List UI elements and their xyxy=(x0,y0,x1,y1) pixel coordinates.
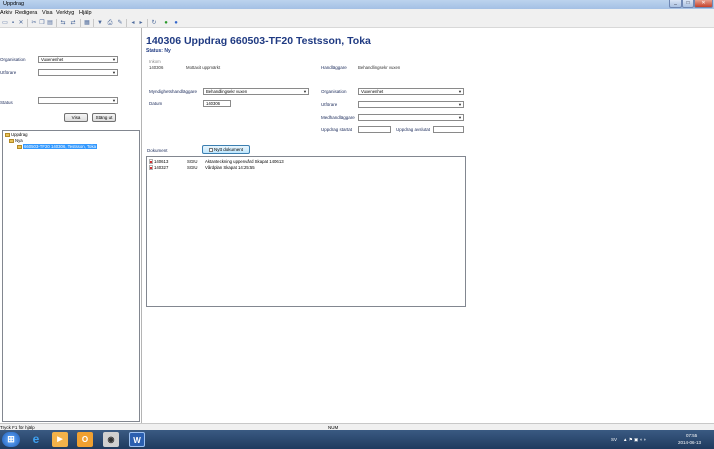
handlaggare-label: Handläggare xyxy=(321,65,347,70)
tray-icons[interactable]: ▲ ⚑ ▣ ◖ ◗ xyxy=(623,437,646,443)
handlaggare-value: Behandlingsekr vuxen xyxy=(358,65,401,70)
cut-icon[interactable]: ✂ xyxy=(30,19,38,27)
medhandlaggare-select[interactable]: ▼ xyxy=(358,114,464,121)
folder-icon xyxy=(9,138,14,143)
internet-explorer-icon[interactable]: e xyxy=(28,432,44,447)
status-label: Status xyxy=(0,100,13,105)
status-select[interactable]: ▼ xyxy=(38,97,118,104)
app-icon[interactable]: ◉ xyxy=(103,432,119,447)
start-orb-icon[interactable]: ⊞ xyxy=(2,432,20,447)
link-icon[interactable]: ⇆ xyxy=(59,19,67,27)
folder-icon xyxy=(5,132,10,137)
uppdrag-avslutat-label: Uppdrag avslutat xyxy=(396,127,431,132)
chevron-down-icon: ▼ xyxy=(112,70,116,75)
tree-node-nya[interactable]: Nya xyxy=(9,138,23,143)
datum-label: Datum xyxy=(149,101,163,106)
uppdrag-startat-label: Uppdrag startat xyxy=(321,127,353,132)
link-icon[interactable]: ⇄ xyxy=(69,19,77,27)
uppdrag-tree[interactable]: Uppdrag Nya 660503-TF20 140306, Testsson… xyxy=(2,130,140,422)
list-item[interactable]: 140613 SGIU Aktanteckning uppenvård Skap… xyxy=(149,159,284,165)
datum-field[interactable]: 140306 xyxy=(203,100,231,107)
new-icon[interactable]: ▭ xyxy=(1,19,9,27)
delete-icon[interactable]: ✕ xyxy=(17,19,25,27)
organisation-label-main: Organisation xyxy=(321,89,347,94)
language-indicator[interactable]: SV xyxy=(611,437,617,442)
inkom-label: Inkom xyxy=(149,59,161,64)
page-title: 140306 Uppdrag 660503-TF20 Testsson, Tok… xyxy=(146,35,371,47)
grid-icon[interactable]: ▦ xyxy=(83,19,91,27)
chevron-down-icon: ▼ xyxy=(112,98,116,103)
tree-node-uppdrag-item[interactable]: 660503-TF20 140306, Testsson, Toka xyxy=(17,144,97,149)
document-icon xyxy=(208,147,213,152)
left-panel: Organisation Vuxenenhet ▼ Utförare ▼ Stat… xyxy=(0,28,142,423)
menu-visa[interactable]: Visa xyxy=(42,10,53,16)
outlook-icon[interactable]: O xyxy=(77,432,93,447)
forward-icon[interactable]: ▸ xyxy=(137,19,145,27)
edit-icon[interactable]: ✎ xyxy=(116,19,124,27)
pdf-document-icon xyxy=(149,159,153,165)
chevron-down-icon: ▼ xyxy=(458,102,462,107)
filter-icon[interactable]: ▼ xyxy=(96,19,104,27)
organisation-select-main[interactable]: Vuxenenhet ▼ xyxy=(358,88,464,95)
back-icon[interactable]: ◂ xyxy=(129,19,137,27)
organisation-label: Organisation xyxy=(0,57,26,62)
list-item[interactable]: 140327 SGIU Vårdplan Skapat 14:25:55 xyxy=(149,165,255,171)
utforare-label: Utförare xyxy=(0,70,17,75)
title-bar: Uppdrag _ □ ✕ xyxy=(0,0,714,9)
menu-bar: Arkiv Redigera Visa Verktyg Hjälp xyxy=(0,9,714,18)
add-icon[interactable]: ● xyxy=(162,19,170,27)
toolbar: ▭ ▪ ✕ ✂ ❐ ▤ ⇆ ⇄ ▦ ▼ ⎙ ✎ ◂ ▸ ↻ ● ● xyxy=(0,18,714,28)
help-icon[interactable]: ● xyxy=(172,19,180,27)
utforare-label-main: Utförare xyxy=(321,102,338,107)
taskbar: ⊞ e ▶ O ◉ W SV ▲ ⚑ ▣ ◖ ◗ 07:55 2014-06-1… xyxy=(0,430,714,449)
copy-icon[interactable]: ❐ xyxy=(38,19,46,27)
save-icon[interactable]: ▪ xyxy=(9,19,17,27)
folder-icon xyxy=(17,144,22,149)
main-panel: 140306 Uppdrag 660503-TF20 Testsson, Tok… xyxy=(143,28,714,423)
maximize-button[interactable]: □ xyxy=(682,0,694,8)
tree-node-uppdrag[interactable]: Uppdrag xyxy=(5,132,27,137)
medhandlaggare-label: Medhandläggare xyxy=(321,115,355,120)
visa-button[interactable]: Visa xyxy=(64,113,88,122)
utforare-select[interactable]: ▼ xyxy=(38,69,118,76)
chevron-down-icon: ▼ xyxy=(458,89,462,94)
menu-arkiv[interactable]: Arkiv xyxy=(0,10,12,16)
chevron-down-icon: ▼ xyxy=(112,57,116,62)
menu-hjalp[interactable]: Hjälp xyxy=(79,10,92,16)
nytt-dokument-button[interactable]: Nytt dokument xyxy=(202,145,250,154)
chevron-down-icon: ▼ xyxy=(303,89,307,94)
menu-redigera[interactable]: Redigera xyxy=(15,10,37,16)
paste-icon[interactable]: ▤ xyxy=(46,19,54,27)
refresh-icon[interactable]: ↻ xyxy=(150,19,158,27)
window-title: Uppdrag xyxy=(3,1,25,7)
status-bar: Tryck F1 för hjälp NUM xyxy=(0,423,714,430)
myndighetshandlaggare-label: Myndighetshandläggare xyxy=(149,89,198,94)
organisation-select[interactable]: Vuxenenhet ▼ xyxy=(38,56,118,63)
pdf-document-icon xyxy=(149,165,153,171)
document-list[interactable]: 140613 SGIU Aktanteckning uppenvård Skap… xyxy=(146,156,466,307)
minimize-button[interactable]: _ xyxy=(669,0,682,8)
menu-verktyg[interactable]: Verktyg xyxy=(56,10,74,16)
print-icon[interactable]: ⎙ xyxy=(106,19,114,27)
close-button[interactable]: ✕ xyxy=(694,0,713,8)
myndighetshandlaggare-select[interactable]: Behandlingsekr vuxen ▼ xyxy=(203,88,309,95)
status-text: Status: Ny xyxy=(146,48,171,54)
media-player-icon[interactable]: ▶ xyxy=(52,432,68,447)
word-icon[interactable]: W xyxy=(129,432,145,447)
stang-ut-button[interactable]: Stäng ut xyxy=(92,113,116,122)
uppdrag-startat-field[interactable] xyxy=(358,126,391,133)
chevron-down-icon: ▼ xyxy=(458,115,462,120)
utforare-select-main[interactable]: ▼ xyxy=(358,101,464,108)
clock-time[interactable]: 07:55 xyxy=(686,433,697,438)
inkom-note: Mottaxit uppmärkt xyxy=(186,65,221,70)
dokument-label: Dokument xyxy=(147,148,168,153)
uppdrag-avslutat-field[interactable] xyxy=(433,126,464,133)
inkom-value: 140306 xyxy=(149,65,164,70)
clock-date[interactable]: 2014-06-13 xyxy=(678,440,701,445)
